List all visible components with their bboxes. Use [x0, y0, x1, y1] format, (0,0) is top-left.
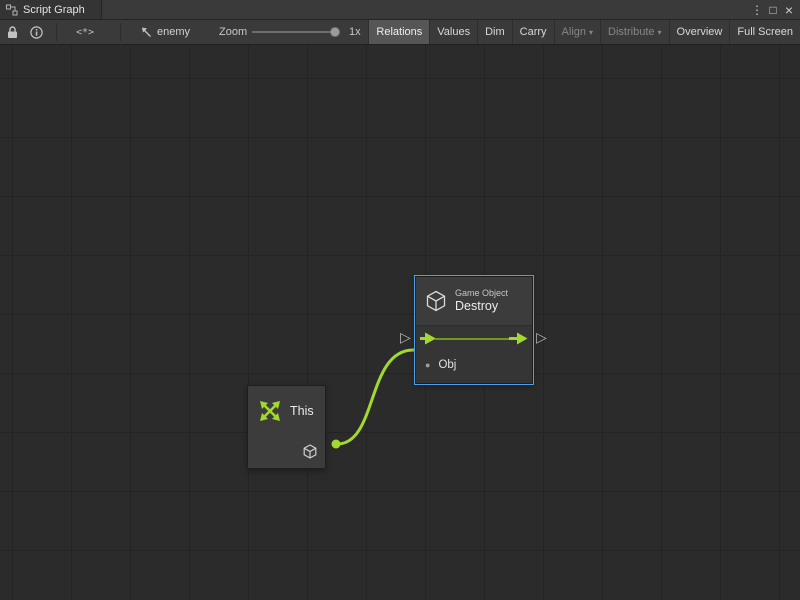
graph-breadcrumb-icon	[140, 26, 152, 38]
script-graph-icon	[6, 4, 18, 16]
toolbar-button-distribute[interactable]: Distribute ▾	[600, 20, 668, 44]
node-this[interactable]: This	[247, 385, 326, 469]
toolbar-button-carry[interactable]: Carry	[512, 20, 554, 44]
window-controls: ⋮ □ ×	[749, 0, 797, 19]
node-title: Destroy	[455, 299, 508, 315]
zoom-slider[interactable]	[252, 20, 338, 44]
zoom-label: Zoom	[219, 20, 247, 44]
lock-button[interactable]	[7, 20, 18, 44]
tab-script-graph[interactable]: Script Graph	[0, 0, 102, 19]
toolbar-button-group: Relations Values Dim Carry Align ▾ Distr…	[368, 20, 800, 44]
obj-port-label: Obj	[438, 359, 456, 371]
graph-toolbar: <*> enemy Zoom 1x Relations Values Dim	[0, 20, 800, 45]
toolbar-separator	[120, 23, 121, 41]
dropdown-arrow-icon: ▾	[658, 29, 662, 37]
obj-port-row: ● Obj	[416, 351, 532, 379]
info-icon	[30, 26, 43, 39]
node-title: This	[290, 404, 314, 418]
control-input-connector[interactable]: ▷	[400, 330, 411, 344]
close-icon[interactable]: ×	[781, 1, 797, 19]
node-this-body: This	[248, 386, 325, 423]
toolbar-button-relations[interactable]: Relations	[368, 20, 429, 44]
toolbar-separator	[56, 23, 57, 41]
node-destroy[interactable]: Game Object Destroy ● Obj	[415, 276, 533, 384]
code-view-button[interactable]: <*>	[76, 20, 94, 44]
dropdown-arrow-icon: ▾	[589, 29, 593, 37]
game-object-cube-icon	[425, 290, 447, 312]
node-destroy-header: Game Object Destroy	[416, 277, 532, 326]
toolbar-button-align[interactable]: Align ▾	[554, 20, 600, 44]
toolbar-button-values[interactable]: Values	[429, 20, 477, 44]
this-icon	[258, 399, 282, 423]
toolbar-button-dim[interactable]: Dim	[477, 20, 512, 44]
window-title-bar: Script Graph ⋮ □ ×	[0, 0, 800, 20]
lock-icon	[7, 26, 18, 39]
graph-name: enemy	[157, 26, 190, 38]
toolbar-button-fullscreen[interactable]: Full Screen	[729, 20, 800, 44]
zoom-slider-track[interactable]	[252, 31, 338, 33]
inspect-button[interactable]	[30, 20, 43, 44]
zoom-value: 1x	[349, 20, 361, 44]
unity-script-graph-window: Script Graph ⋮ □ × <*>	[0, 0, 800, 600]
control-output-connector[interactable]: ▷	[536, 330, 547, 344]
breadcrumb[interactable]: enemy	[140, 20, 190, 44]
game-object-output-port[interactable]	[303, 444, 317, 459]
control-flow-row	[416, 326, 532, 351]
node-destroy-titles: Game Object Destroy	[455, 288, 508, 315]
toolbar-button-overview[interactable]: Overview	[669, 20, 730, 44]
tab-title: Script Graph	[23, 4, 85, 16]
maximize-icon[interactable]: □	[765, 1, 781, 19]
obj-input-port[interactable]: ●	[425, 361, 430, 370]
zoom-slider-handle[interactable]	[330, 27, 340, 37]
node-destroy-ports: ● Obj	[416, 326, 532, 383]
control-output-port[interactable]	[509, 332, 528, 345]
control-flow-line	[435, 338, 511, 340]
kebab-menu-icon[interactable]: ⋮	[749, 1, 765, 19]
graph-canvas[interactable]	[0, 45, 800, 600]
node-category: Game Object	[455, 288, 508, 299]
